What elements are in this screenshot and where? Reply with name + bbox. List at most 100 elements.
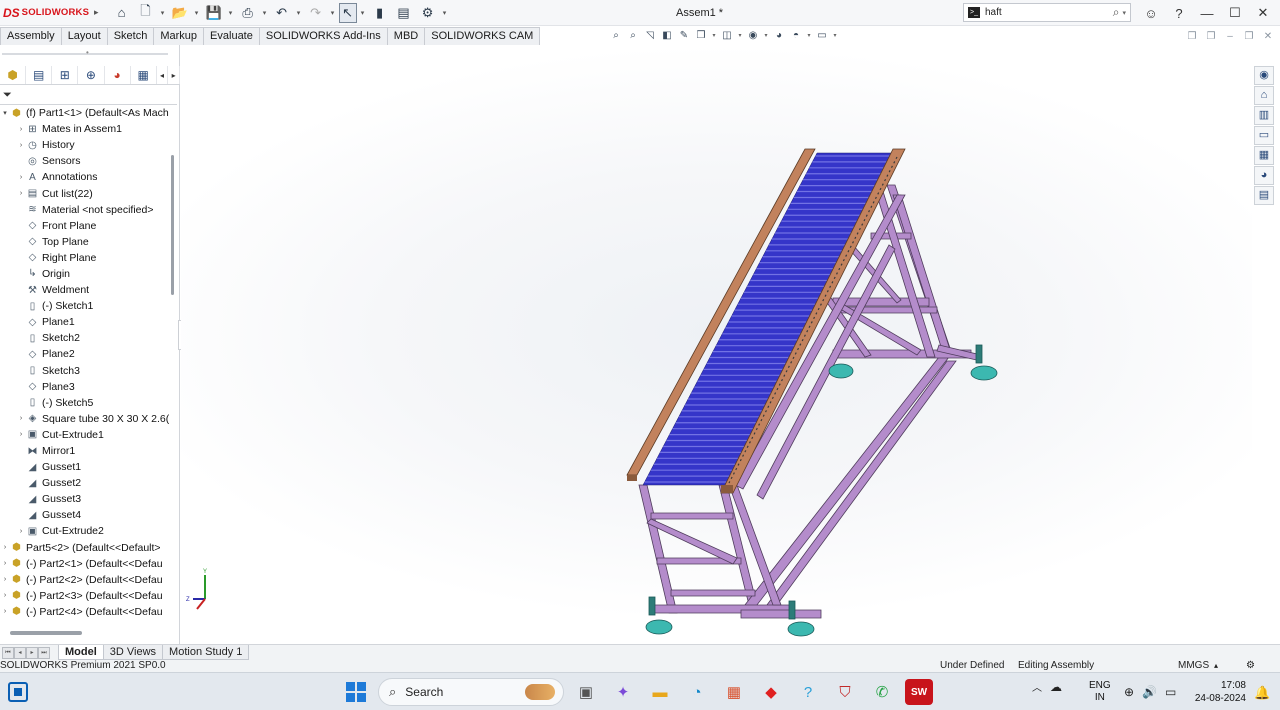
battery-icon[interactable]: ▭ bbox=[1165, 685, 1176, 699]
tree-node[interactable]: › ▣ Cut-Extrude1 bbox=[0, 427, 170, 443]
new-document-icon[interactable]: 🗋 bbox=[135, 3, 157, 23]
last-tab-icon[interactable]: ⏭ bbox=[38, 646, 50, 659]
collapsed-arrow-icon[interactable]: › bbox=[16, 528, 26, 535]
previous-view-icon[interactable]: ◹ bbox=[643, 29, 657, 43]
tab-motion-study-1[interactable]: Motion Study 1 bbox=[162, 645, 250, 660]
start-button-icon[interactable] bbox=[346, 682, 366, 702]
print-dropdown-icon[interactable]: ▾ bbox=[261, 9, 269, 17]
tree-node[interactable]: ◢ Gusset3 bbox=[0, 491, 170, 507]
solidworks-logo[interactable]: DS SOLIDWORKS bbox=[0, 6, 92, 20]
tab-3d-views[interactable]: 3D Views bbox=[102, 645, 164, 660]
solidworks-resources-icon[interactable]: ◉ bbox=[1254, 66, 1274, 85]
volume-icon[interactable]: 🔊 bbox=[1142, 685, 1157, 699]
display-style-dropdown-icon[interactable]: ▾ bbox=[737, 29, 743, 43]
unit-system[interactable]: MMGS bbox=[1178, 660, 1209, 672]
tree-node[interactable]: ◢ Gusset4 bbox=[0, 507, 170, 523]
maximize-icon[interactable]: ☐ bbox=[1224, 3, 1246, 23]
save-dropdown-icon[interactable]: ▾ bbox=[227, 9, 235, 17]
whatsapp-icon[interactable]: ✆ bbox=[868, 679, 896, 705]
print-icon[interactable]: ⎙ bbox=[237, 3, 259, 23]
file-explorer-icon[interactable]: ▭ bbox=[1254, 126, 1274, 145]
copilot-icon[interactable]: ✦ bbox=[609, 679, 637, 705]
expanded-arrow-icon[interactable]: ▾ bbox=[0, 109, 10, 117]
customize-statusbar-icon[interactable]: ⚙ bbox=[1246, 660, 1255, 672]
tree-node[interactable]: ⚒ Weldment bbox=[0, 282, 170, 298]
tab-assembly[interactable]: Assembly bbox=[0, 27, 62, 45]
tree-node[interactable]: ↳ Origin bbox=[0, 266, 170, 282]
cam-manager-tab-icon[interactable]: ▦ bbox=[131, 66, 157, 84]
display-manager-tab-icon[interactable]: ◕ bbox=[105, 66, 131, 84]
doc-tile-icon[interactable]: ❐ bbox=[1205, 31, 1217, 43]
tree-node[interactable]: ▯ (-) Sketch5 bbox=[0, 395, 170, 411]
feature-manager-tab-icon[interactable]: ⬢ bbox=[0, 66, 27, 84]
tab-markup[interactable]: Markup bbox=[153, 27, 205, 45]
tree-node[interactable]: › A Annotations bbox=[0, 169, 170, 185]
traffic-light-icon[interactable]: ▮ bbox=[369, 3, 391, 23]
undo-icon[interactable]: ↶ bbox=[271, 3, 293, 23]
collapsed-arrow-icon[interactable]: › bbox=[16, 190, 26, 197]
tabs-scroll-right-icon[interactable]: ▸ bbox=[168, 66, 180, 84]
microsoft-store-icon[interactable]: ▦ bbox=[720, 679, 748, 705]
collapsed-arrow-icon[interactable]: › bbox=[16, 174, 26, 181]
task-view-widget-icon[interactable] bbox=[8, 682, 28, 702]
hide-show-items-icon[interactable]: ◉ bbox=[746, 29, 760, 43]
minimize-icon[interactable]: — bbox=[1196, 3, 1218, 23]
tree-node[interactable]: ◇ Right Plane bbox=[0, 250, 170, 266]
menu-expand-icon[interactable]: ▸ bbox=[94, 7, 99, 18]
tab-mbd[interactable]: MBD bbox=[386, 27, 426, 45]
tabs-scroll-left-icon[interactable]: ◂ bbox=[157, 66, 169, 84]
units-dropdown-icon[interactable]: ▴ bbox=[1214, 660, 1218, 672]
collapsed-arrow-icon[interactable]: › bbox=[0, 608, 10, 615]
custom-properties-icon[interactable]: ▤ bbox=[1254, 186, 1274, 205]
section-view-icon[interactable]: ◧ bbox=[660, 29, 674, 43]
first-tab-icon[interactable]: ⏮ bbox=[2, 646, 14, 659]
configuration-manager-tab-icon[interactable]: ⊞ bbox=[52, 66, 79, 84]
solidworks-app-icon[interactable]: SW bbox=[905, 679, 933, 705]
tree-node[interactable]: › ⬢ (-) Part2<1> (Default<<Defau bbox=[0, 556, 170, 572]
tree-node[interactable]: ▯ Sketch2 bbox=[0, 330, 170, 346]
get-help-icon[interactable]: ? bbox=[794, 679, 822, 705]
doc-close-icon[interactable]: ✕ bbox=[1262, 31, 1274, 43]
tree-node[interactable]: › ▣ Cut-Extrude2 bbox=[0, 523, 170, 539]
tree-node[interactable]: ◢ Gusset2 bbox=[0, 475, 170, 491]
edge-browser-icon[interactable]: ◔ bbox=[683, 679, 711, 705]
display-style-icon[interactable]: ◫ bbox=[720, 29, 734, 43]
open-folder-icon[interactable]: 📂 bbox=[169, 3, 191, 23]
dynamic-annotation-icon[interactable]: ✎ bbox=[677, 29, 691, 43]
tree-node[interactable]: ▯ (-) Sketch1 bbox=[0, 298, 170, 314]
view-palette-icon[interactable]: ▦ bbox=[1254, 146, 1274, 165]
prev-tab-icon[interactable]: ◂ bbox=[14, 646, 26, 659]
tab-evaluate[interactable]: Evaluate bbox=[203, 27, 260, 45]
edit-appearance-icon[interactable]: ◕ bbox=[772, 29, 786, 43]
scene-dropdown-icon[interactable]: ▾ bbox=[806, 29, 812, 43]
tree-node[interactable]: ⧓ Mirror1 bbox=[0, 443, 170, 459]
conveyor-model[interactable] bbox=[181, 45, 1252, 645]
next-tab-icon[interactable]: ▸ bbox=[26, 646, 38, 659]
tab-layout[interactable]: Layout bbox=[60, 27, 108, 45]
help-icon[interactable]: ? bbox=[1168, 3, 1190, 23]
collapsed-arrow-icon[interactable]: › bbox=[16, 415, 26, 422]
close-icon[interactable]: ✕ bbox=[1252, 3, 1274, 23]
tree-node[interactable]: › ⬢ Part5<2> (Default<<Default> bbox=[0, 540, 170, 556]
home-icon[interactable]: ⌂ bbox=[111, 3, 133, 23]
property-manager-tab-icon[interactable]: ▤ bbox=[26, 66, 53, 84]
clock[interactable]: 17:08 24-08-2024 bbox=[1190, 679, 1246, 705]
search-icon[interactable]: ⌕ bbox=[1113, 5, 1120, 20]
zoom-to-area-icon[interactable]: ⌕ bbox=[626, 29, 640, 43]
view-settings-icon[interactable]: ▭ bbox=[815, 29, 829, 43]
network-icon[interactable]: ⊕ bbox=[1124, 685, 1134, 699]
options-dropdown-icon[interactable]: ▾ bbox=[441, 9, 449, 17]
input-language[interactable]: ENG IN bbox=[1089, 680, 1111, 704]
tab-solidworks-add-ins[interactable]: SOLIDWORKS Add-Ins bbox=[258, 27, 388, 45]
appearances-icon[interactable]: ◕ bbox=[1254, 166, 1274, 185]
zoom-to-fit-icon[interactable]: ⌕ bbox=[609, 29, 623, 43]
search-dropdown-icon[interactable]: ▾ bbox=[1122, 9, 1126, 17]
panel-splitter[interactable]: • bbox=[0, 45, 179, 65]
tree-node[interactable]: ▾ ⬢ (f) Part1<1> (Default<As Mach bbox=[0, 105, 170, 121]
doc-restore-icon[interactable]: ❐ bbox=[1186, 31, 1198, 43]
tree-vertical-scrollbar[interactable] bbox=[170, 147, 175, 639]
anydesk-icon[interactable]: ◆ bbox=[757, 679, 785, 705]
tree-node[interactable]: › ⬢ (-) Part2<2> (Default<<Defau bbox=[0, 572, 170, 588]
view-orientation-icon[interactable]: ❒ bbox=[694, 29, 708, 43]
redo-dropdown-icon[interactable]: ▾ bbox=[329, 9, 337, 17]
